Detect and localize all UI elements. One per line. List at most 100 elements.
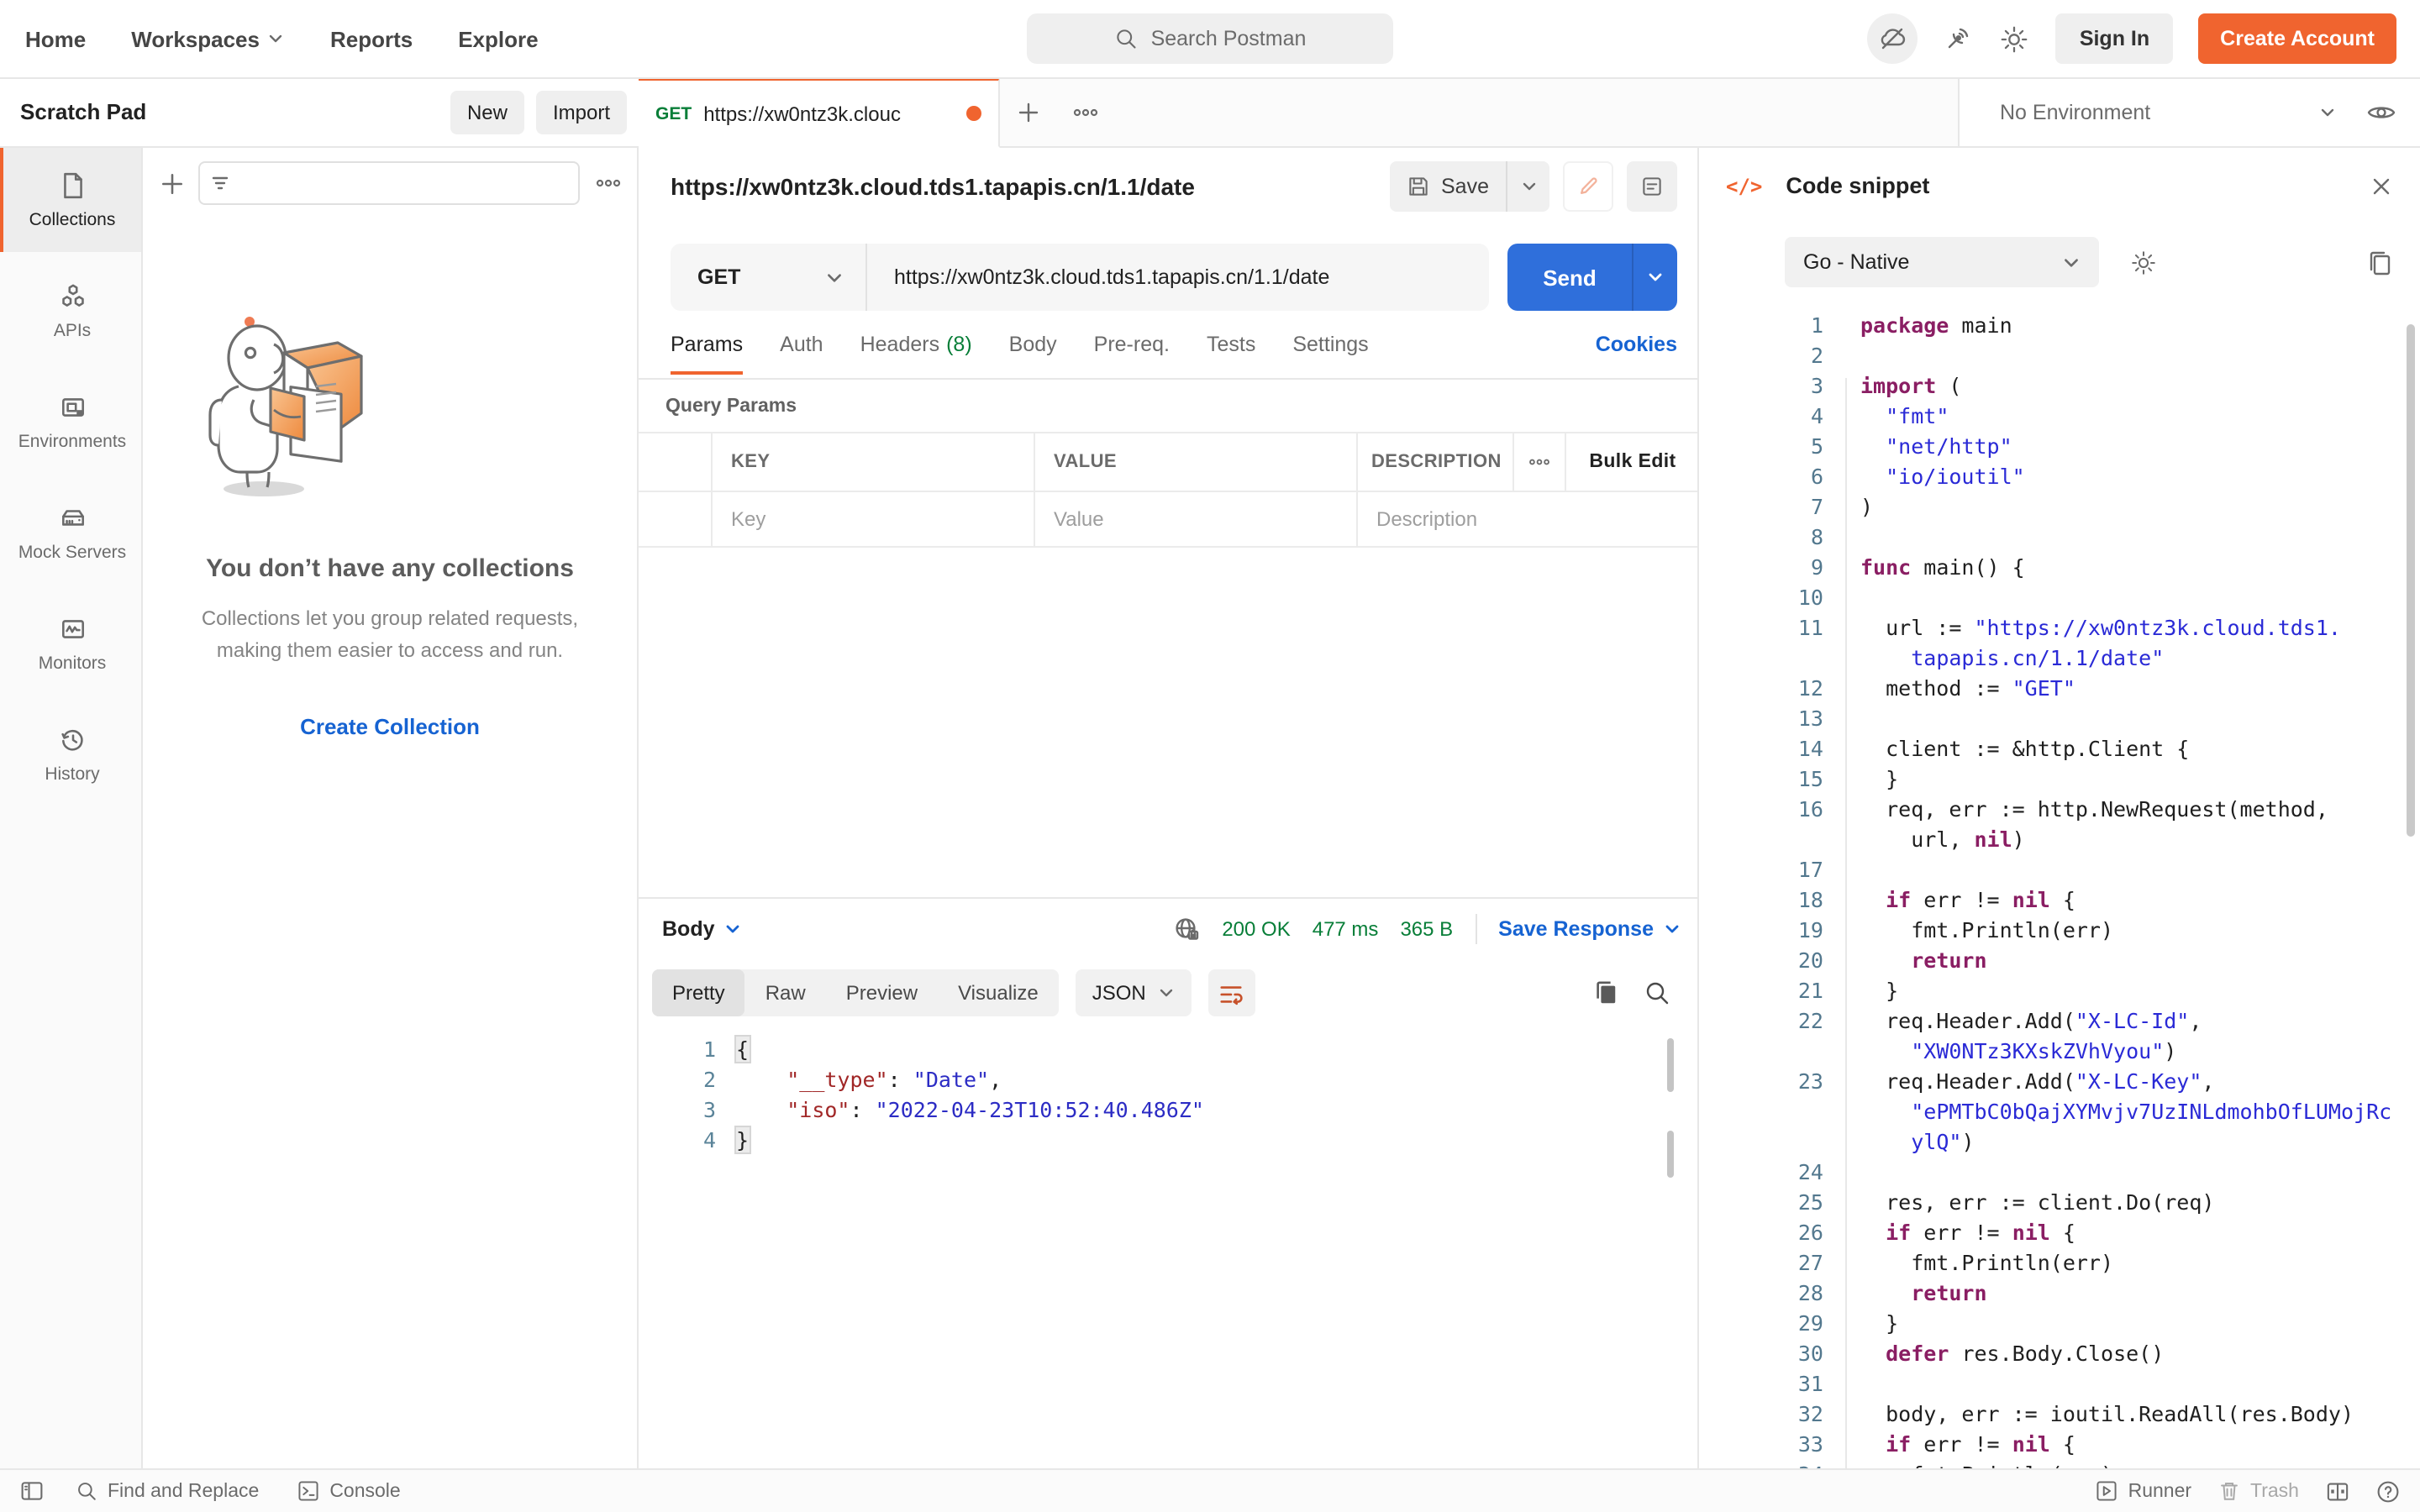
nav-reports[interactable]: Reports	[330, 26, 413, 51]
view-pretty[interactable]: Pretty	[652, 969, 745, 1016]
satellite-icon[interactable]	[1944, 24, 1974, 54]
param-key-input[interactable]	[713, 506, 1034, 533]
response-scrollbar-thumb[interactable]	[1667, 1131, 1674, 1178]
response-scrollbar-thumb[interactable]	[1667, 1038, 1674, 1092]
filter-collections-input[interactable]	[198, 161, 580, 205]
cookies-link[interactable]: Cookies	[1596, 333, 1677, 356]
line-number: 17	[1699, 855, 1833, 885]
param-value-input[interactable]	[1035, 506, 1356, 533]
code-snippet-body[interactable]: 1package main23import (4 "fmt"5 "net/htt…	[1699, 311, 2420, 1468]
gear-icon[interactable]	[1999, 23, 2031, 55]
save-options-button[interactable]	[1506, 160, 1549, 211]
tab-settings[interactable]: Settings	[1292, 311, 1368, 378]
send-options-button[interactable]	[1632, 244, 1677, 311]
line-content: fmt.Println(err)	[1833, 1460, 2113, 1468]
chevron-down-icon[interactable]	[2317, 102, 2338, 122]
snippet-line: 16 req, err := http.NewRequest(method,	[1699, 795, 2420, 825]
create-account-button[interactable]: Create Account	[2198, 13, 2396, 64]
tab-headers[interactable]: Headers(8)	[860, 311, 972, 378]
sidebar-item-history[interactable]: History	[0, 702, 141, 806]
trash-button[interactable]: Trash	[2218, 1480, 2299, 1502]
trash-label: Trash	[2250, 1481, 2299, 1501]
create-collection-link[interactable]: Create Collection	[300, 715, 480, 740]
copy-code-icon[interactable]	[2366, 248, 2393, 276]
find-and-replace-button[interactable]: Find and Replace	[76, 1480, 259, 1502]
new-tab-button[interactable]	[1000, 77, 1057, 146]
tab-prereq[interactable]: Pre-req.	[1094, 311, 1170, 378]
response-format-selector[interactable]: JSON	[1076, 969, 1192, 1016]
comments-button[interactable]	[1627, 160, 1677, 211]
environments-icon	[58, 392, 87, 421]
global-search[interactable]: Search Postman	[1027, 13, 1393, 64]
new-button[interactable]: New	[450, 90, 524, 134]
wrap-text-button[interactable]	[1208, 969, 1255, 1016]
tab-auth[interactable]: Auth	[780, 311, 823, 378]
environment-quick-look-button[interactable]	[2366, 100, 2396, 123]
sidebar-item-collections[interactable]: Collections	[0, 148, 141, 252]
tab-params[interactable]: Params	[671, 311, 743, 378]
tab-tests[interactable]: Tests	[1207, 311, 1255, 378]
nav-home[interactable]: Home	[25, 26, 86, 51]
snippet-line: 8	[1699, 522, 2420, 553]
tab-options-button[interactable]	[1057, 77, 1114, 146]
value-column-header: VALUE	[1034, 433, 1356, 491]
copy-response-icon[interactable]	[1593, 979, 1618, 1006]
line-content: method := "GET"	[1833, 674, 2075, 704]
nav-reports-label: Reports	[330, 26, 413, 51]
more-options-icon	[1072, 100, 1099, 123]
tab-label: Headers	[860, 333, 940, 356]
line-content: req.Header.Add("X-LC-Id",	[1833, 1006, 2202, 1037]
sidebar-item-apis[interactable]: APIs	[0, 259, 141, 363]
environment-selector[interactable]: No Environment	[2000, 100, 2317, 123]
add-collection-icon[interactable]	[160, 171, 185, 196]
params-more-options-button[interactable]	[1512, 433, 1565, 491]
send-button[interactable]: Send	[1507, 244, 1677, 311]
line-content: return	[1833, 1278, 1987, 1309]
close-icon[interactable]	[2370, 174, 2393, 197]
query-params-header-row: KEY VALUE DESCRIPTION Bulk Edit	[639, 433, 1697, 491]
response-view-switcher: PrettyRawPreviewVisualize	[652, 969, 1059, 1016]
search-response-icon[interactable]	[1644, 979, 1670, 1006]
nav-explore[interactable]: Explore	[458, 26, 538, 51]
save-response-button[interactable]: Save Response	[1498, 917, 1681, 941]
runner-button[interactable]: Runner	[2096, 1480, 2191, 1502]
import-button[interactable]: Import	[536, 90, 627, 134]
toggle-sidebar-icon[interactable]	[20, 1480, 44, 1502]
bulk-edit-button[interactable]: Bulk Edit	[1565, 433, 1699, 491]
save-button[interactable]: Save	[1389, 160, 1549, 211]
request-tab[interactable]: GET https://xw0ntz3k.clouc	[639, 77, 1000, 148]
response-body-selector[interactable]: Body	[662, 917, 742, 941]
sidebar-more-options-icon[interactable]	[593, 171, 623, 195]
sidebar-item-mock-servers[interactable]: Mock Servers	[0, 480, 141, 585]
sidebar-item-environments[interactable]: Environments	[0, 370, 141, 474]
snippet-line: 18 if err != nil {	[1699, 885, 2420, 916]
line-number: 13	[1699, 704, 1833, 734]
language-selector[interactable]: Go - Native	[1785, 237, 2099, 287]
sidebar-item-monitors[interactable]: Monitors	[0, 591, 141, 696]
view-raw[interactable]: Raw	[745, 969, 826, 1016]
url-input[interactable]	[891, 264, 1489, 291]
line-content: return	[1833, 946, 1987, 976]
view-visualize[interactable]: Visualize	[938, 969, 1059, 1016]
filter-collections-field[interactable]	[240, 170, 568, 197]
response-meta-row: Body 200 OK 477 ms 365 B Save Response	[639, 899, 1697, 959]
nav-workspaces[interactable]: Workspaces	[131, 26, 285, 51]
method-selector[interactable]: GET	[671, 244, 865, 311]
response-body-viewer[interactable]: 1{2 "__type": "Date",3 "iso": "2022-04-2…	[639, 1035, 1697, 1156]
view-preview[interactable]: Preview	[826, 969, 938, 1016]
sign-in-button[interactable]: Sign In	[2056, 13, 2173, 64]
panel-layout-icon[interactable]	[2326, 1481, 2349, 1501]
snippet-line: 26 if err != nil {	[1699, 1218, 2420, 1248]
line-content: "io/ioutil"	[1833, 462, 2025, 492]
param-description-input[interactable]	[1358, 506, 1699, 533]
snippet-settings-icon[interactable]	[2129, 248, 2158, 276]
console-button[interactable]: Console	[297, 1480, 400, 1502]
trash-icon	[2218, 1480, 2240, 1502]
offline-status-button[interactable]	[1868, 13, 1918, 64]
network-globe-icon[interactable]	[1173, 916, 1200, 942]
chevron-down-icon	[1158, 984, 1175, 1001]
rename-request-button[interactable]	[1563, 160, 1613, 211]
help-icon[interactable]	[2376, 1479, 2400, 1503]
snippet-scrollbar-thumb[interactable]	[2407, 324, 2415, 837]
tab-body[interactable]: Body	[1009, 311, 1057, 378]
